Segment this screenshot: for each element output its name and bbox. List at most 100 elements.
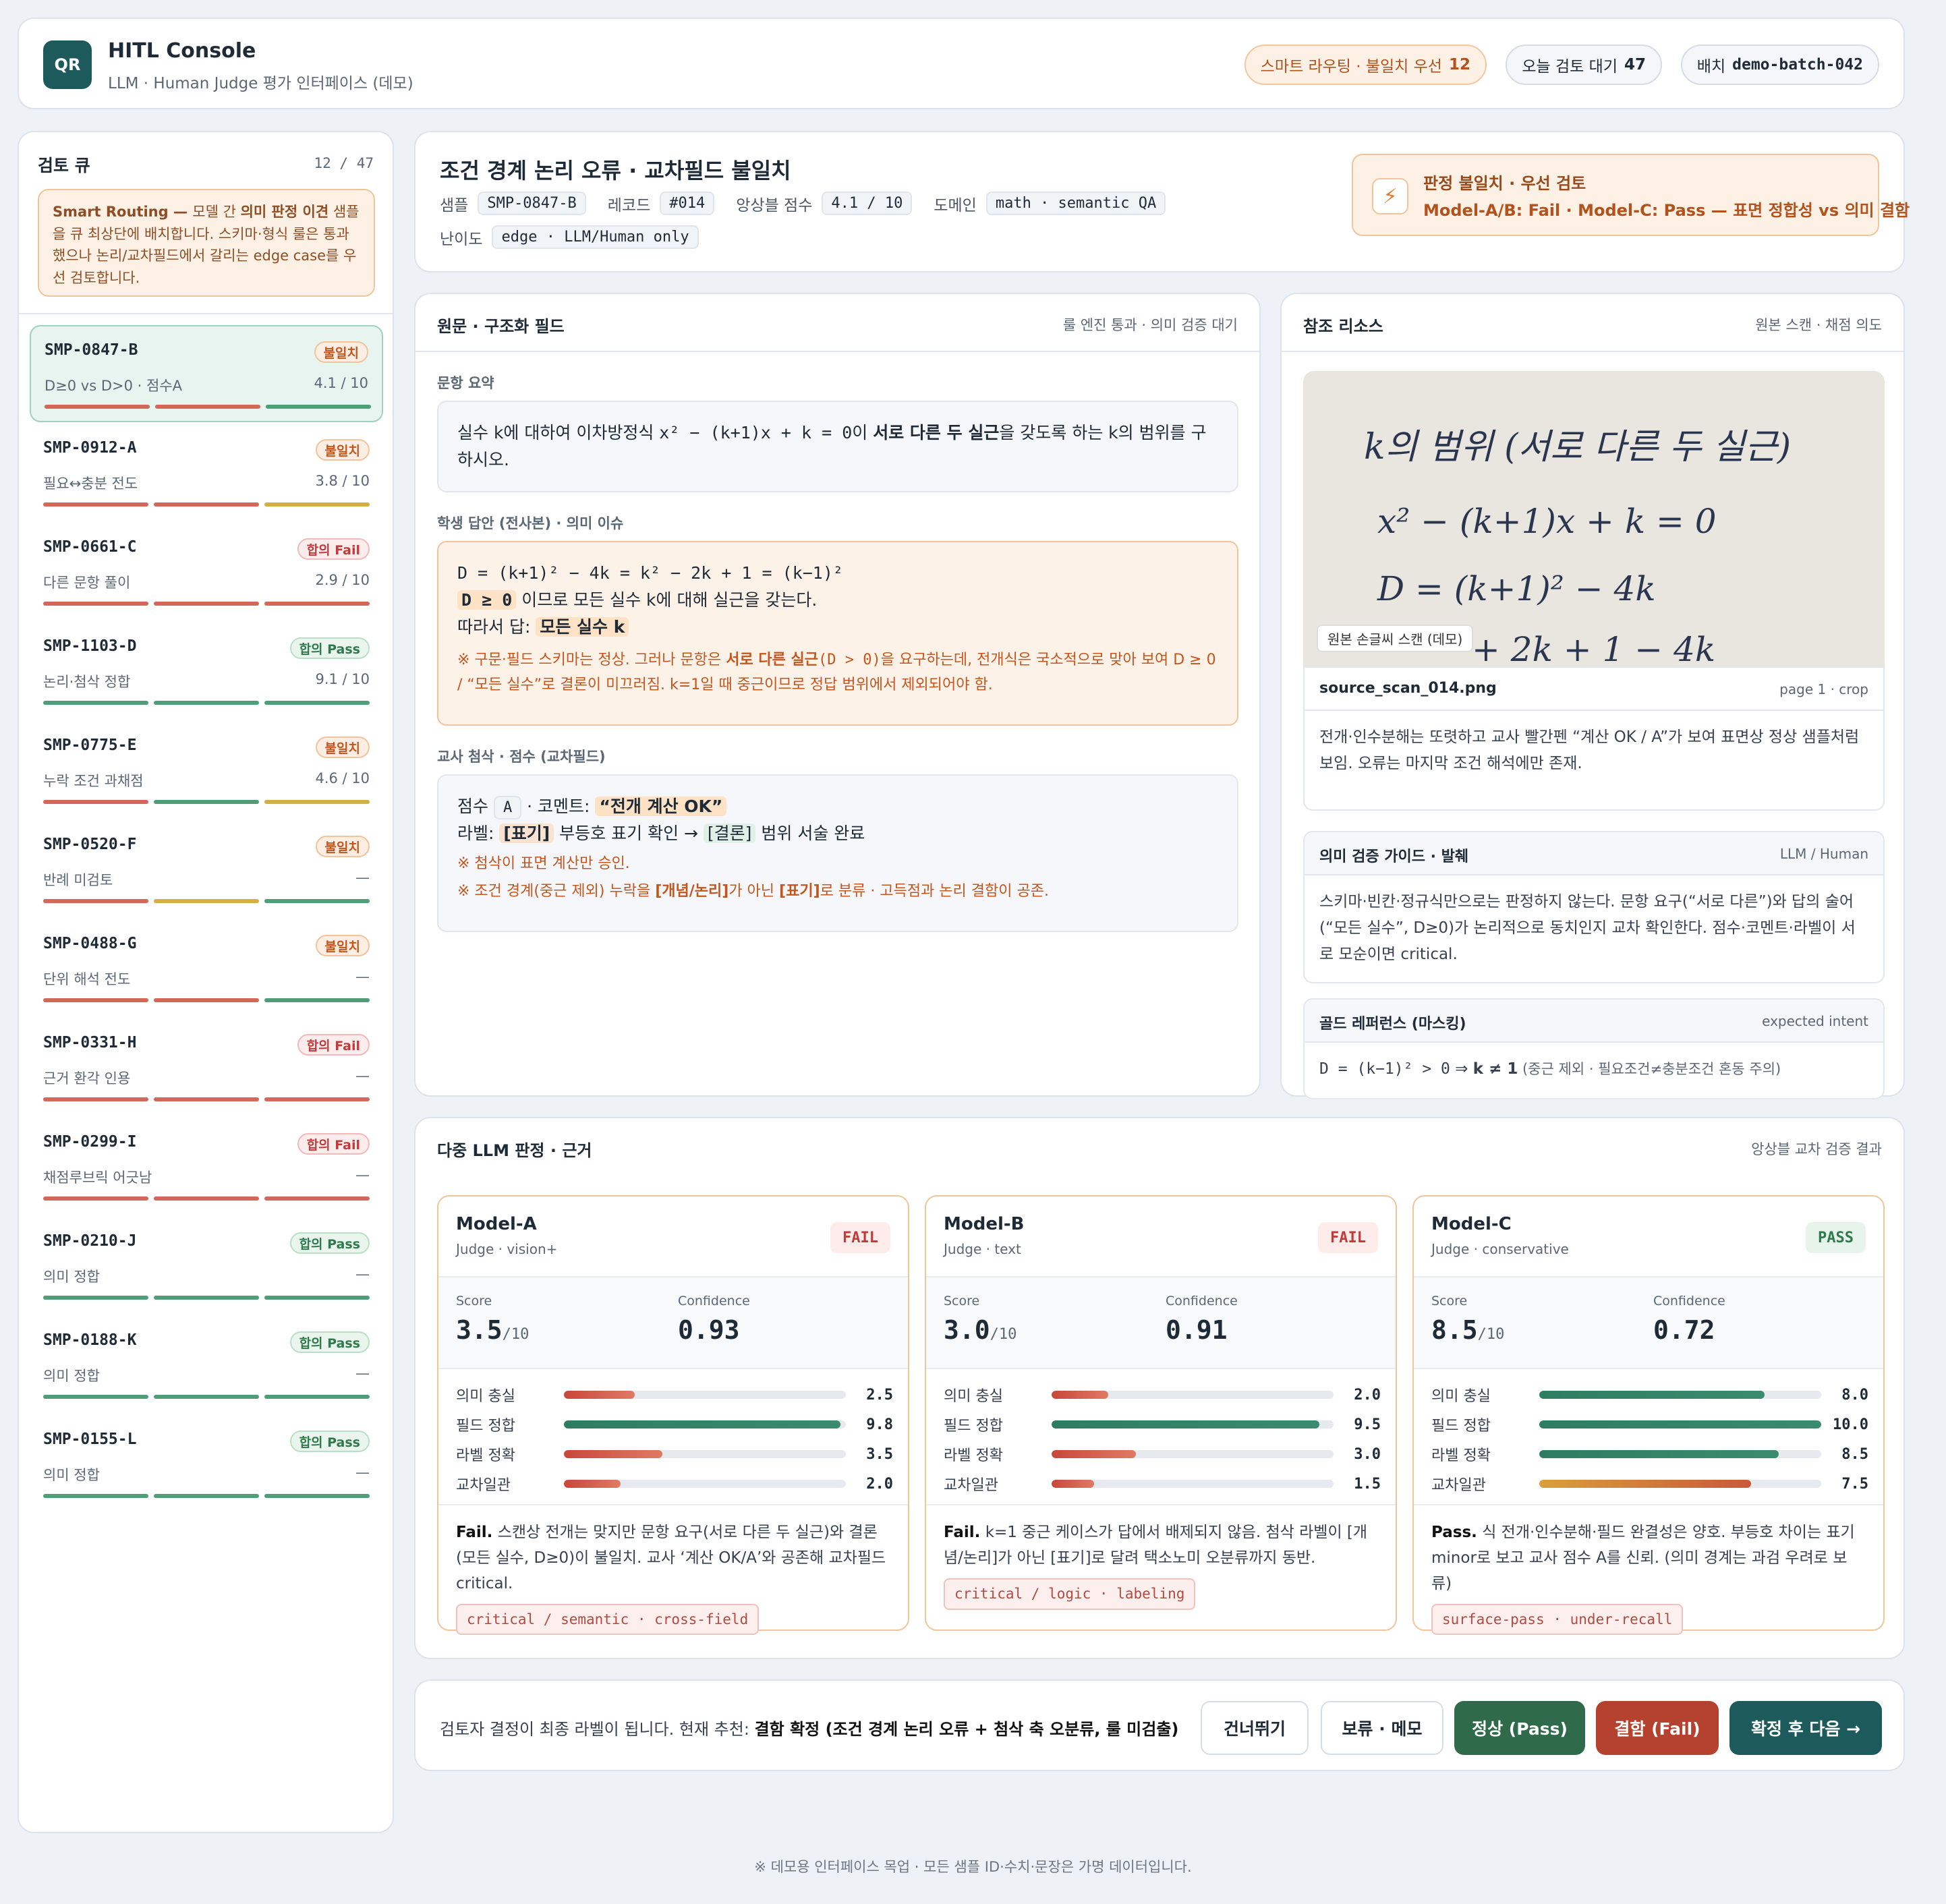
- status-bar: [264, 998, 370, 1002]
- metric-fill: [1052, 1391, 1108, 1399]
- status-bar: [154, 899, 259, 903]
- text: 따라서 답:: [457, 617, 536, 637]
- queue-item-bars: [45, 405, 371, 409]
- recommendation: 결함 확정 (조건 경계 논리 오류 + 첨삭 축 오분류, 룰 미검출): [754, 1720, 1179, 1739]
- queue-item[interactable]: SMP-0188-K 합의 Pass 의미 정합 —: [30, 1317, 383, 1414]
- emphasis: k ≠ 1: [1472, 1060, 1518, 1078]
- queue-item[interactable]: SMP-0210-J 합의 Pass 의미 정합 —: [30, 1217, 383, 1315]
- text: 범위 서술 완료: [755, 824, 865, 843]
- metric-value: 9.5: [1354, 1416, 1381, 1433]
- guide-title: 의미 검증 가이드 · 발췌: [1319, 848, 1469, 865]
- highlight: 모든 실수 k: [536, 617, 629, 637]
- queue-item-bars: [43, 502, 370, 507]
- queue-item-bars: [43, 701, 370, 705]
- text: 이므로 모든 실수 k에 대해 실근을 갖는다.: [516, 590, 818, 610]
- rationale-tag: surface-pass · under-recall: [1431, 1603, 1684, 1636]
- queue-item[interactable]: SMP-0775-E 불일치 누락 조건 과채점 4.6 / 10: [30, 722, 383, 819]
- metric-name: 교차일관: [456, 1477, 511, 1494]
- pass-button[interactable]: 정상 (Pass): [1454, 1701, 1585, 1755]
- file-name[interactable]: source_scan_014.png: [1319, 680, 1497, 697]
- panel-header: 참조 리소스 원본 스캔 · 채점 의도: [1282, 294, 1904, 352]
- scan-label: 원본 손글씨 스캔 (데모): [1317, 625, 1474, 652]
- score-value: 3.5/10: [456, 1315, 529, 1345]
- metric-value: 9.8: [866, 1416, 893, 1433]
- metric-name: 필드 정합: [1431, 1418, 1491, 1435]
- confidence-value: 0.93: [678, 1315, 740, 1345]
- queue-item[interactable]: SMP-0331-H 합의 Fail 근거 환각 인용 —: [30, 1019, 383, 1116]
- queue-item[interactable]: SMP-0520-F 불일치 반례 미검토 —: [30, 821, 383, 918]
- equation: x² − (k+1)x + k = 0: [659, 423, 853, 442]
- smart-routing-pill[interactable]: 스마트 라우팅 · 불일치 우선 12: [1244, 45, 1487, 85]
- model-rationale: Pass. 식 전개·인수분해·필드 완결성은 양호. 부등호 차이는 표기 m…: [1414, 1504, 1883, 1650]
- queue-item-bars: [43, 602, 370, 606]
- metric-name: 필드 정합: [456, 1418, 515, 1435]
- metric-row: 필드 정합 9.5: [944, 1410, 1381, 1439]
- queue-item-score: —: [355, 1365, 370, 1381]
- batch-pill[interactable]: 배치 demo-batch-042: [1680, 45, 1879, 85]
- metric-row: 의미 충실 8.0: [1431, 1380, 1868, 1410]
- text: 점수: [457, 797, 489, 816]
- metric-row: 교차일관 7.5: [1431, 1469, 1868, 1499]
- batch-id: demo-batch-042: [1732, 56, 1863, 74]
- pending-review-pill[interactable]: 오늘 검토 대기 47: [1506, 45, 1662, 85]
- model-kind: Judge · conservative: [1431, 1241, 1569, 1257]
- queue-item-bars: [43, 800, 370, 804]
- hold-memo-button[interactable]: 보류 · 메모: [1321, 1701, 1443, 1755]
- question-label: 문항 요약: [437, 375, 494, 391]
- handwriting-scan[interactable]: k의 범위 (서로 다른 두 실근) x² − (k+1)x + k = 0 D…: [1303, 371, 1885, 668]
- queue-item-badge: 합의 Pass: [289, 1232, 370, 1254]
- status-bar: [154, 1196, 259, 1201]
- text: ⇒: [1450, 1060, 1473, 1078]
- metric-fill: [564, 1391, 635, 1399]
- queue-item[interactable]: SMP-0488-G 불일치 단위 해석 전도 —: [30, 920, 383, 1017]
- metric-row: 교차일관 2.0: [456, 1469, 893, 1499]
- model-name: Model-A: [456, 1214, 537, 1234]
- verdict-badge: PASS: [1806, 1222, 1866, 1253]
- fail-button[interactable]: 결함 (Fail): [1596, 1701, 1719, 1755]
- footer-note: ※ 데모용 인터페이스 목업 · 모든 샘플 ID·수치·문장은 가명 데이터입…: [754, 1859, 1192, 1875]
- highlight: D ≥ 0: [457, 590, 517, 610]
- confirm-next-button[interactable]: 확정 후 다음 →: [1729, 1701, 1882, 1755]
- status-bar: [43, 1296, 148, 1300]
- status-bar: [266, 405, 371, 409]
- gold-text: D = (k−1)² > 0 ⇒ k ≠ 1 (중근 제외 · 필요조건≠충분조…: [1305, 1043, 1883, 1096]
- queue-item[interactable]: SMP-0299-I 합의 Fail 채점루브릭 어긋남 —: [30, 1118, 383, 1215]
- skip-button[interactable]: 건너뛰기: [1201, 1701, 1309, 1755]
- metric-row: 교차일관 1.5: [944, 1469, 1381, 1499]
- meta-label: 레코드: [607, 196, 651, 214]
- queue-item[interactable]: SMP-1103-D 합의 Pass 논리·첨삭 정합 9.1 / 10: [30, 623, 383, 720]
- metric-name: 필드 정합: [944, 1418, 1003, 1435]
- metric-track: [564, 1480, 846, 1488]
- score-label: Score: [456, 1294, 492, 1308]
- queue-divider: [19, 313, 393, 314]
- confidence-label: Confidence: [1653, 1294, 1725, 1308]
- reference-panel: 참조 리소스 원본 스캔 · 채점 의도 k의 범위 (서로 다른 두 실근) x…: [1280, 293, 1905, 1099]
- sample-meta: 샘플 SMP-0847-B 레코드 #014 앙상블 점수 4.1 / 10 도메인 m…: [440, 192, 1166, 215]
- metric-track: [564, 1450, 846, 1458]
- queue-item[interactable]: SMP-0661-C 합의 Fail 다른 문항 풀이 2.9 / 10: [30, 523, 383, 621]
- text: 로 분류 · 고득점과 논리 결함이 공존.: [820, 883, 1049, 900]
- model-kind: Judge · text: [944, 1241, 1021, 1257]
- status-bar: [154, 1097, 259, 1101]
- status-bar: [264, 1494, 370, 1498]
- metric-value: 8.5: [1841, 1445, 1868, 1463]
- answer-issue-note: ※ 구문·필드 스키마는 정상. 그러나 문항은 서로 다른 실근(D > 0)…: [457, 647, 1218, 698]
- routing-label: Smart Routing —: [53, 204, 193, 220]
- teacher-label: 교사 첨삭 · 점수 (교차필드): [437, 749, 606, 765]
- record-chip: #014: [660, 192, 715, 215]
- queue-item[interactable]: SMP-0155-L 합의 Pass 의미 정합 —: [30, 1416, 383, 1513]
- status-bar: [264, 1395, 370, 1399]
- queue-item-score: —: [355, 1464, 370, 1480]
- queue-item[interactable]: SMP-0912-A 불일치 필요↔충분 전도 3.8 / 10: [30, 424, 383, 521]
- verdict-badge: FAIL: [830, 1222, 890, 1253]
- status-bar: [264, 800, 370, 804]
- score-label: Score: [1431, 1294, 1468, 1308]
- difficulty-chip: edge · LLM/Human only: [492, 225, 699, 249]
- status-bar: [264, 502, 370, 507]
- status-bar: [43, 1395, 148, 1399]
- status-bar: [154, 1494, 259, 1498]
- text: 부등호 표기 확인 →: [554, 824, 704, 843]
- queue-item[interactable]: SMP-0847-B 불일치 D≥0 vs D>0 · 점수A 4.1 / 10: [30, 325, 383, 422]
- panel-subtitle: 원본 스캔 · 채점 의도: [1755, 317, 1882, 333]
- queue-item-score: —: [355, 969, 370, 985]
